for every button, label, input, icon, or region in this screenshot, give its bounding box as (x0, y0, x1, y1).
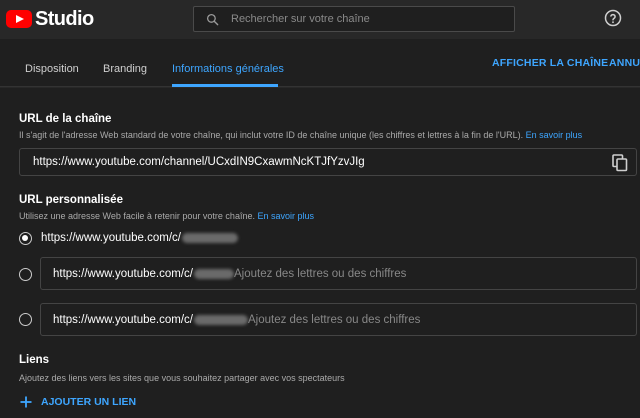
custom-url-description: Utilisez une adresse Web facile à reteni… (19, 211, 314, 221)
tab-branding[interactable]: Branding (103, 63, 147, 75)
tab-informations-generales[interactable]: Informations générales (172, 63, 284, 75)
add-link-button[interactable]: AJOUTER UN LIEN (20, 396, 136, 408)
plus-icon (20, 396, 32, 408)
search-input[interactable] (231, 13, 491, 25)
channel-url-description-text: Il s'agit de l'adresse Web standard de v… (19, 130, 524, 140)
custom-url-radio-2[interactable] (19, 268, 32, 281)
custom-url-field-2[interactable]: https://www.youtube.com/c/Ajoutez des le… (40, 257, 637, 290)
custom-url-title: URL personnalisée (19, 194, 123, 206)
redacted-handle (193, 268, 234, 279)
add-link-label: AJOUTER UN LIEN (41, 396, 137, 408)
custom-url-prefix: https://www.youtube.com/c/ (53, 314, 193, 326)
custom-url-prefix: https://www.youtube.com/c/ (53, 268, 193, 280)
custom-url-radio-3[interactable] (19, 313, 32, 326)
custom-url-radio-1[interactable] (19, 232, 32, 245)
custom-url-option-3: https://www.youtube.com/c/Ajoutez des le… (53, 314, 420, 326)
custom-url-suffix-placeholder: Ajoutez des lettres ou des chiffres (247, 314, 421, 326)
channel-url-learn-more-link[interactable]: En savoir plus (526, 130, 583, 140)
custom-url-field-3[interactable]: https://www.youtube.com/c/Ajoutez des le… (40, 303, 637, 336)
channel-url-title: URL de la chaîne (19, 113, 112, 125)
search-box[interactable] (193, 6, 515, 32)
channel-url-value: https://www.youtube.com/channel/UCxdIN9C… (33, 156, 365, 168)
custom-url-option-1[interactable]: https://www.youtube.com/c/ (41, 232, 238, 244)
custom-url-learn-more-link[interactable]: En savoir plus (257, 211, 314, 221)
channel-url-field[interactable]: https://www.youtube.com/channel/UCxdIN9C… (19, 148, 637, 176)
active-tab-indicator (172, 84, 278, 87)
copy-icon[interactable] (612, 154, 628, 172)
studio-logo[interactable]: Studio (6, 8, 94, 30)
cancel-button[interactable]: ANNUL (609, 57, 640, 69)
help-icon[interactable] (604, 9, 622, 27)
channel-url-description: Il s'agit de l'adresse Web standard de v… (19, 130, 582, 140)
logo-text: Studio (35, 7, 94, 30)
redacted-handle (181, 232, 238, 243)
tab-disposition[interactable]: Disposition (25, 63, 79, 75)
top-bar: Studio (0, 0, 640, 39)
search-icon (206, 13, 219, 25)
basic-info-panel: URL de la chaîne Il s'agit de l'adresse … (0, 88, 640, 418)
custom-url-prefix: https://www.youtube.com/c/ (41, 232, 181, 244)
custom-url-suffix-placeholder: Ajoutez des lettres ou des chiffres (233, 268, 407, 280)
custom-url-option-2: https://www.youtube.com/c/Ajoutez des le… (53, 268, 406, 280)
custom-url-description-text: Utilisez une adresse Web facile à reteni… (19, 211, 255, 221)
youtube-play-icon (6, 10, 32, 28)
links-description: Ajoutez des liens vers les sites que vou… (19, 373, 345, 383)
links-title: Liens (19, 354, 50, 366)
redacted-handle (193, 314, 248, 325)
view-channel-button[interactable]: AFFICHER LA CHAÎNE (492, 57, 608, 69)
tabs-bar: Disposition Branding Informations généra… (0, 39, 640, 87)
